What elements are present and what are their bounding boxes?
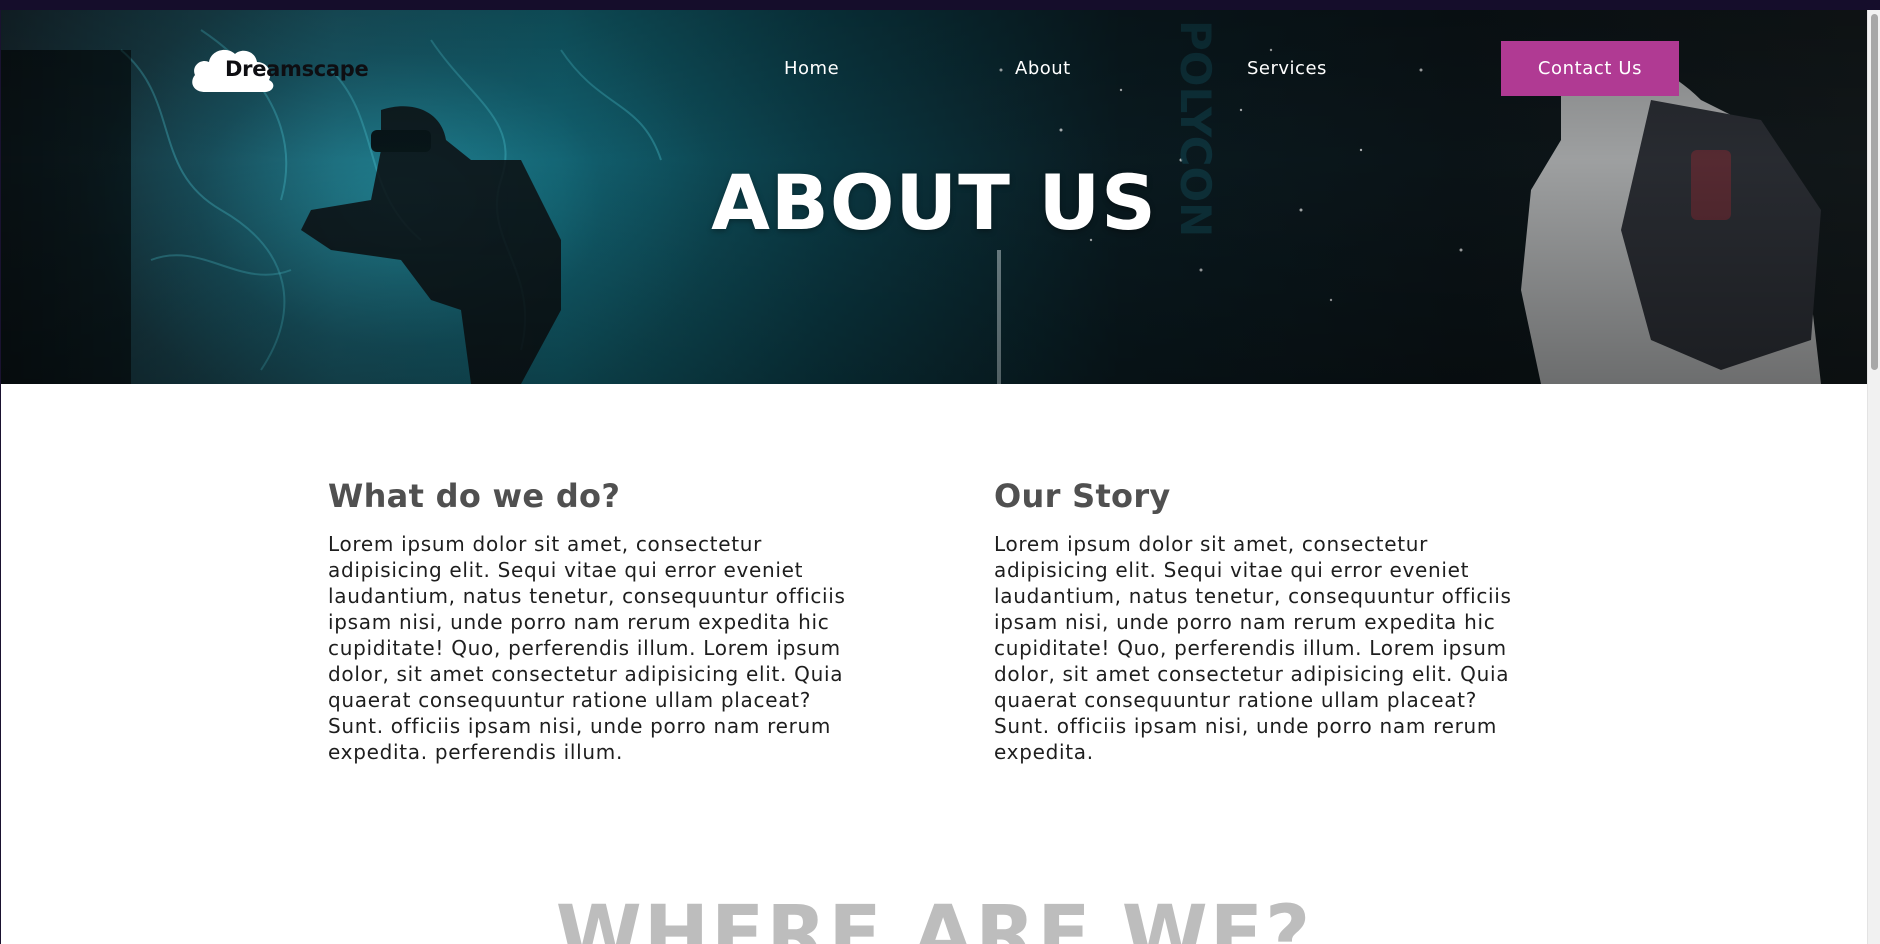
what-we-do-section: What do we do? Lorem ipsum dolor sit ame… [328,477,888,765]
where-are-we-heading: WHERE ARE WE? [555,890,1313,944]
hero-banner: POLYCON Dreamscape Home About Services C… [1,10,1867,384]
contact-us-button[interactable]: Contact Us [1501,41,1679,96]
section-title: What do we do? [328,477,621,515]
nav-about[interactable]: About [1015,58,1071,79]
logo-text: Dreamscape [225,57,369,81]
page-title: ABOUT US [711,158,1157,247]
section-title: Our Story [994,477,1171,515]
section-body: Lorem ipsum dolor sit amet, consectetur … [994,532,1512,764]
scrollbar-thumb[interactable] [1871,14,1878,370]
vertical-scrollbar[interactable] [1867,10,1880,944]
nav-home[interactable]: Home [784,58,839,79]
our-story-section: Our Story Lorem ipsum dolor sit amet, co… [994,477,1554,765]
logo[interactable]: Dreamscape [187,42,377,98]
section-body: Lorem ipsum dolor sit amet, consectetur … [328,532,846,764]
page-viewport: POLYCON Dreamscape Home About Services C… [1,10,1867,944]
window-top-strip [0,0,1880,10]
nav-services[interactable]: Services [1247,58,1327,79]
